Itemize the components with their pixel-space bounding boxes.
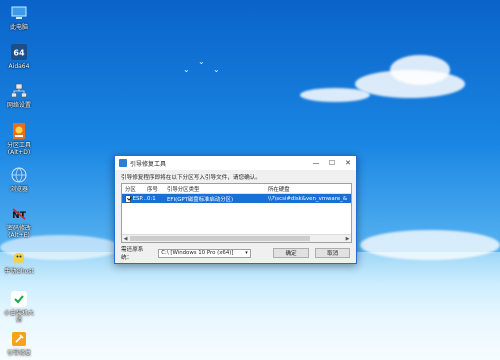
password-tool-icon: NT xyxy=(10,205,28,223)
desktop-icon-label: Aida64 xyxy=(8,63,30,70)
desktop-icon-ghost[interactable]: 手动Ghost xyxy=(2,248,36,275)
scroll-left-icon[interactable]: ◀ xyxy=(122,236,129,242)
desktop-icon-label: 小白装机大 师 xyxy=(3,310,34,324)
partition-tool-icon xyxy=(10,122,28,140)
partition-name: ESP... xyxy=(132,195,147,202)
desktop-icon-installer[interactable]: 小白装机大 师 xyxy=(2,290,36,324)
scroll-right-icon[interactable]: ▶ xyxy=(344,236,351,242)
bird: ⌄ xyxy=(198,57,205,66)
desktop-icon-label: 密码修改 (Alt+E) xyxy=(6,225,31,239)
desktop-icon-password-tool[interactable]: NT 密码修改 (Alt+E) xyxy=(2,205,36,239)
desktop-icon-aida64[interactable]: 64 Aida64 xyxy=(2,43,36,70)
window-title: 引导修复工具 xyxy=(130,160,167,168)
minimize-icon: — xyxy=(312,159,320,167)
column-header-disk[interactable]: 所在硬盘 xyxy=(268,185,351,193)
minimize-button[interactable]: — xyxy=(308,156,324,170)
list-item[interactable]: ESP... 0:1 EFI(GPT磁盘标准启动分区) \\?\scsi#dis… xyxy=(122,194,351,203)
partition-list[interactable]: 分区 序号 引导分区类型 所在硬盘 ESP... 0:1 EFI(GPT磁盘标准… xyxy=(121,183,352,243)
desktop-icon-label: 网络设置 xyxy=(6,102,31,109)
desktop-icon-label: 浏览器 xyxy=(9,186,28,193)
chevron-down-icon: ▾ xyxy=(245,250,248,256)
close-icon: ✕ xyxy=(345,159,351,167)
dialog-footer: 需还原系统： C:\ [Windows 10 Pro (x64)] ▾ 确定 取… xyxy=(121,247,351,261)
svg-text:64: 64 xyxy=(13,49,25,58)
window-controls: — ☐ ✕ xyxy=(308,156,356,170)
desktop-icon-label: 手动Ghost xyxy=(4,268,34,275)
column-header-index[interactable]: 序号 xyxy=(147,185,167,193)
app-icon xyxy=(119,159,127,167)
desktop-icon-label: 引导修复 xyxy=(6,350,31,357)
horizontal-scrollbar[interactable]: ◀ ▶ xyxy=(122,234,351,242)
cloud xyxy=(390,55,450,85)
cloud xyxy=(300,88,370,102)
cancel-button[interactable]: 取消 xyxy=(315,248,351,258)
list-cell-type: EFI(GPT磁盘标准启动分区) xyxy=(167,196,234,203)
maximize-button[interactable]: ☐ xyxy=(324,156,340,170)
bird: ⌄ xyxy=(213,65,220,74)
ghost-icon xyxy=(10,248,28,266)
column-header-type[interactable]: 引导分区类型 xyxy=(167,185,268,193)
browser-icon xyxy=(10,166,28,184)
maximize-icon: ☐ xyxy=(328,159,336,167)
target-system-value: C:\ [Windows 10 Pro (x64)] xyxy=(161,250,234,256)
bird: ⌄ xyxy=(183,65,190,74)
title-bar[interactable]: 引导修复工具 — ☐ ✕ xyxy=(115,156,356,170)
ok-button[interactable]: 确定 xyxy=(272,248,310,258)
list-cell-partition: ESP... xyxy=(122,194,147,203)
scrollbar-thumb[interactable] xyxy=(130,236,310,241)
computer-icon xyxy=(10,4,28,22)
target-system-select[interactable]: C:\ [Windows 10 Pro (x64)] ▾ xyxy=(158,248,251,258)
desktop-icon-network[interactable]: 网络设置 xyxy=(2,82,36,109)
list-cell-index: 0:1 xyxy=(147,195,156,202)
aida64-icon: 64 xyxy=(10,43,28,61)
column-header-partition[interactable]: 分区 xyxy=(122,185,147,193)
boot-repair-dialog: 引导修复工具 — ☐ ✕ 引导修复程序即将在以下分区写入引导文件，请您确认。 分… xyxy=(114,155,357,264)
desktop-icon-this-pc[interactable]: 此电脑 xyxy=(2,4,36,31)
desktop-icon-partition-tool[interactable]: 分区工具 (Alt+D) xyxy=(2,122,36,156)
cloud xyxy=(360,230,500,260)
row-checkbox[interactable] xyxy=(125,194,131,203)
close-button[interactable]: ✕ xyxy=(340,156,356,170)
list-cell-disk: \\?\scsi#disk&ven_vmware_& xyxy=(268,195,348,202)
desktop-icon-boot-repair[interactable]: 引导修复 xyxy=(2,330,36,357)
desktop-icon-label: 此电脑 xyxy=(9,24,28,31)
network-icon xyxy=(10,82,28,100)
instruction-text: 引导修复程序即将在以下分区写入引导文件，请您确认。 xyxy=(121,175,261,181)
desktop-sea xyxy=(0,252,500,360)
list-header: 分区 序号 引导分区类型 所在硬盘 xyxy=(122,184,351,194)
desktop-icon-browser[interactable]: 浏览器 xyxy=(2,166,36,193)
target-system-label: 需还原系统： xyxy=(121,247,144,261)
desktop-icon-label: 分区工具 (Alt+D) xyxy=(6,142,31,156)
installer-icon xyxy=(10,290,28,308)
boot-repair-icon xyxy=(10,330,28,348)
